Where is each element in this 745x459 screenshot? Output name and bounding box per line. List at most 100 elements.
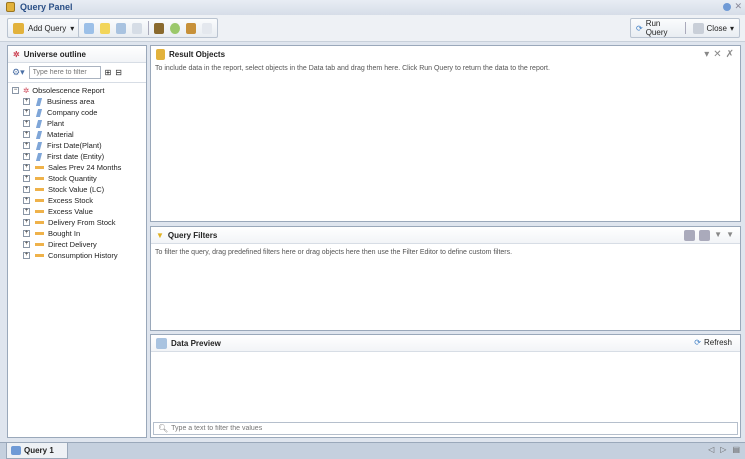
table-icon bbox=[156, 337, 167, 349]
dimension-icon bbox=[35, 141, 43, 150]
tree-item[interactable]: + Excess Value bbox=[23, 206, 142, 217]
query-icon bbox=[11, 446, 21, 455]
chevron-down-icon: ▾ bbox=[70, 23, 75, 33]
run-query-button[interactable]: ⟳ Run Query bbox=[636, 19, 678, 37]
expand-icon[interactable]: + bbox=[23, 208, 30, 215]
filter-icon[interactable]: ▾ bbox=[704, 49, 709, 60]
view-toolbar-group bbox=[78, 18, 218, 38]
outline-view-icon[interactable] bbox=[84, 22, 94, 34]
expand-icon[interactable]: + bbox=[23, 175, 30, 182]
dimension-icon bbox=[35, 152, 43, 161]
data-preview-filter[interactable]: 🔍︎ bbox=[153, 422, 738, 435]
expand-icon[interactable]: + bbox=[23, 197, 30, 204]
close-icon bbox=[692, 22, 704, 34]
predefined-filter-icon[interactable]: ▼ bbox=[714, 230, 722, 241]
run-close-group: ⟳ Run Query Close ▾ bbox=[630, 18, 740, 38]
tree-item[interactable]: + First Date(Plant) bbox=[23, 140, 142, 151]
universe-icon: ✲ bbox=[13, 49, 20, 59]
expand-icon[interactable]: + bbox=[23, 164, 30, 171]
tree-item[interactable]: + Plant bbox=[23, 118, 142, 129]
query-panel-icon bbox=[6, 2, 15, 12]
expand-icon[interactable]: + bbox=[23, 186, 30, 193]
clear-filters-icon[interactable]: ▼ bbox=[726, 230, 734, 241]
filter-view-icon[interactable] bbox=[99, 22, 110, 34]
tree-item[interactable]: + Stock Value (LC) bbox=[23, 184, 142, 195]
universe-outline-panel: ✲Universe outline ⚙▾ ⊞ ⊟ −✲Obsolescence … bbox=[7, 45, 147, 438]
combined-query-icon[interactable] bbox=[170, 22, 181, 34]
expand-icon[interactable]: + bbox=[23, 98, 30, 105]
refresh-icon: ⟳ bbox=[694, 338, 701, 347]
universe-icon: ✲ bbox=[23, 86, 30, 95]
tab-query-1[interactable]: Query 1 bbox=[6, 443, 68, 459]
view-script-icon[interactable] bbox=[202, 22, 213, 34]
sql-view-icon[interactable] bbox=[131, 22, 142, 34]
title-bar: Query Panel ✕ bbox=[0, 0, 745, 15]
dimension-icon bbox=[35, 97, 43, 106]
expand-icon[interactable]: + bbox=[23, 109, 30, 116]
collapse-all-icon[interactable]: ⊟ bbox=[115, 68, 122, 77]
measure-icon bbox=[35, 188, 44, 191]
measure-icon bbox=[35, 199, 44, 202]
tree-item[interactable]: + Sales Prev 24 Months bbox=[23, 162, 142, 173]
expand-icon[interactable]: + bbox=[23, 142, 30, 149]
tree-item[interactable]: + First date (Entity) bbox=[23, 151, 142, 162]
dimension-icon bbox=[35, 108, 43, 117]
universe-tree: − ✲ Obsolescence Report + Business area + Com… bbox=[8, 83, 146, 263]
tree-item[interactable]: + Bought In bbox=[23, 228, 142, 239]
refresh-button[interactable]: ⟳ Refresh bbox=[694, 338, 732, 347]
expand-icon[interactable]: + bbox=[23, 131, 30, 138]
collapse-icon[interactable]: − bbox=[12, 87, 19, 94]
measure-icon bbox=[35, 166, 44, 169]
remove-icon[interactable]: ✕ bbox=[713, 49, 721, 60]
expand-icon[interactable]: + bbox=[23, 219, 30, 226]
add-prompt-icon[interactable] bbox=[684, 230, 696, 241]
measure-icon bbox=[35, 232, 44, 235]
add-query-button[interactable]: Add Query ▾ bbox=[7, 18, 81, 38]
tree-root[interactable]: − ✲ Obsolescence Report bbox=[12, 85, 142, 96]
scope-icon[interactable] bbox=[186, 22, 197, 34]
filter-icon: ▼ bbox=[156, 230, 164, 240]
dimension-icon bbox=[35, 130, 43, 139]
expand-icon[interactable]: + bbox=[23, 120, 30, 127]
result-objects-panel: Result Objects ▾ ✕ ✗ To include data in th… bbox=[150, 45, 741, 222]
window-title: Query Panel bbox=[20, 2, 73, 12]
expand-icon[interactable]: + bbox=[23, 252, 30, 259]
tree-item[interactable]: + Direct Delivery bbox=[23, 239, 142, 250]
tree-item[interactable]: + Delivery From Stock bbox=[23, 217, 142, 228]
measure-icon bbox=[35, 210, 44, 213]
tree-item[interactable]: + Company code bbox=[23, 107, 142, 118]
toolbar: Add Query ▾ ⟳ Run Query Close ▾ bbox=[0, 15, 745, 42]
data-preview-icon[interactable] bbox=[115, 22, 126, 34]
measure-icon bbox=[35, 254, 44, 257]
tree-item[interactable]: + Stock Quantity bbox=[23, 173, 142, 184]
add-query-icon bbox=[13, 22, 24, 34]
tab-next-icon[interactable]: ▷ bbox=[720, 445, 726, 454]
measure-icon bbox=[35, 243, 44, 246]
universe-options-icon[interactable]: ⚙▾ bbox=[12, 67, 25, 78]
close-window-icon[interactable]: ✕ bbox=[734, 1, 742, 12]
measure-icon bbox=[35, 177, 44, 180]
tab-prev-icon[interactable]: ◁ bbox=[708, 445, 714, 454]
tree-item[interactable]: + Excess Stock bbox=[23, 195, 142, 206]
universe-filter-input[interactable] bbox=[28, 66, 101, 79]
tab-list-icon[interactable]: ▤ bbox=[732, 445, 740, 454]
query-tab-bar: Query 1 ◁ ▷ ▤ bbox=[0, 442, 745, 459]
expand-icon[interactable]: + bbox=[23, 230, 30, 237]
query-filters-panel: ▼ Query Filters ▼ ▼ To filter the query, d… bbox=[150, 226, 741, 331]
data-preview-filter-input[interactable] bbox=[171, 425, 472, 432]
expand-icon[interactable]: + bbox=[23, 241, 30, 248]
expand-all-icon[interactable]: ⊞ bbox=[105, 68, 112, 77]
result-objects-icon bbox=[156, 49, 165, 60]
query-properties-icon[interactable] bbox=[154, 22, 165, 34]
tree-item[interactable]: + Material bbox=[23, 129, 142, 140]
close-button[interactable]: Close ▾ bbox=[692, 22, 734, 34]
add-subquery-icon[interactable] bbox=[699, 230, 711, 241]
expand-icon[interactable]: + bbox=[23, 153, 30, 160]
tree-item[interactable]: + Consumption History bbox=[23, 250, 142, 261]
tree-item[interactable]: + Business area bbox=[23, 96, 142, 107]
remove-all-icon[interactable]: ✗ bbox=[726, 49, 734, 60]
search-icon: 🔍︎ bbox=[158, 424, 169, 433]
measure-icon bbox=[35, 221, 44, 224]
help-icon[interactable] bbox=[723, 3, 731, 11]
universe-outline-header: ✲ Universe outline bbox=[8, 46, 146, 63]
